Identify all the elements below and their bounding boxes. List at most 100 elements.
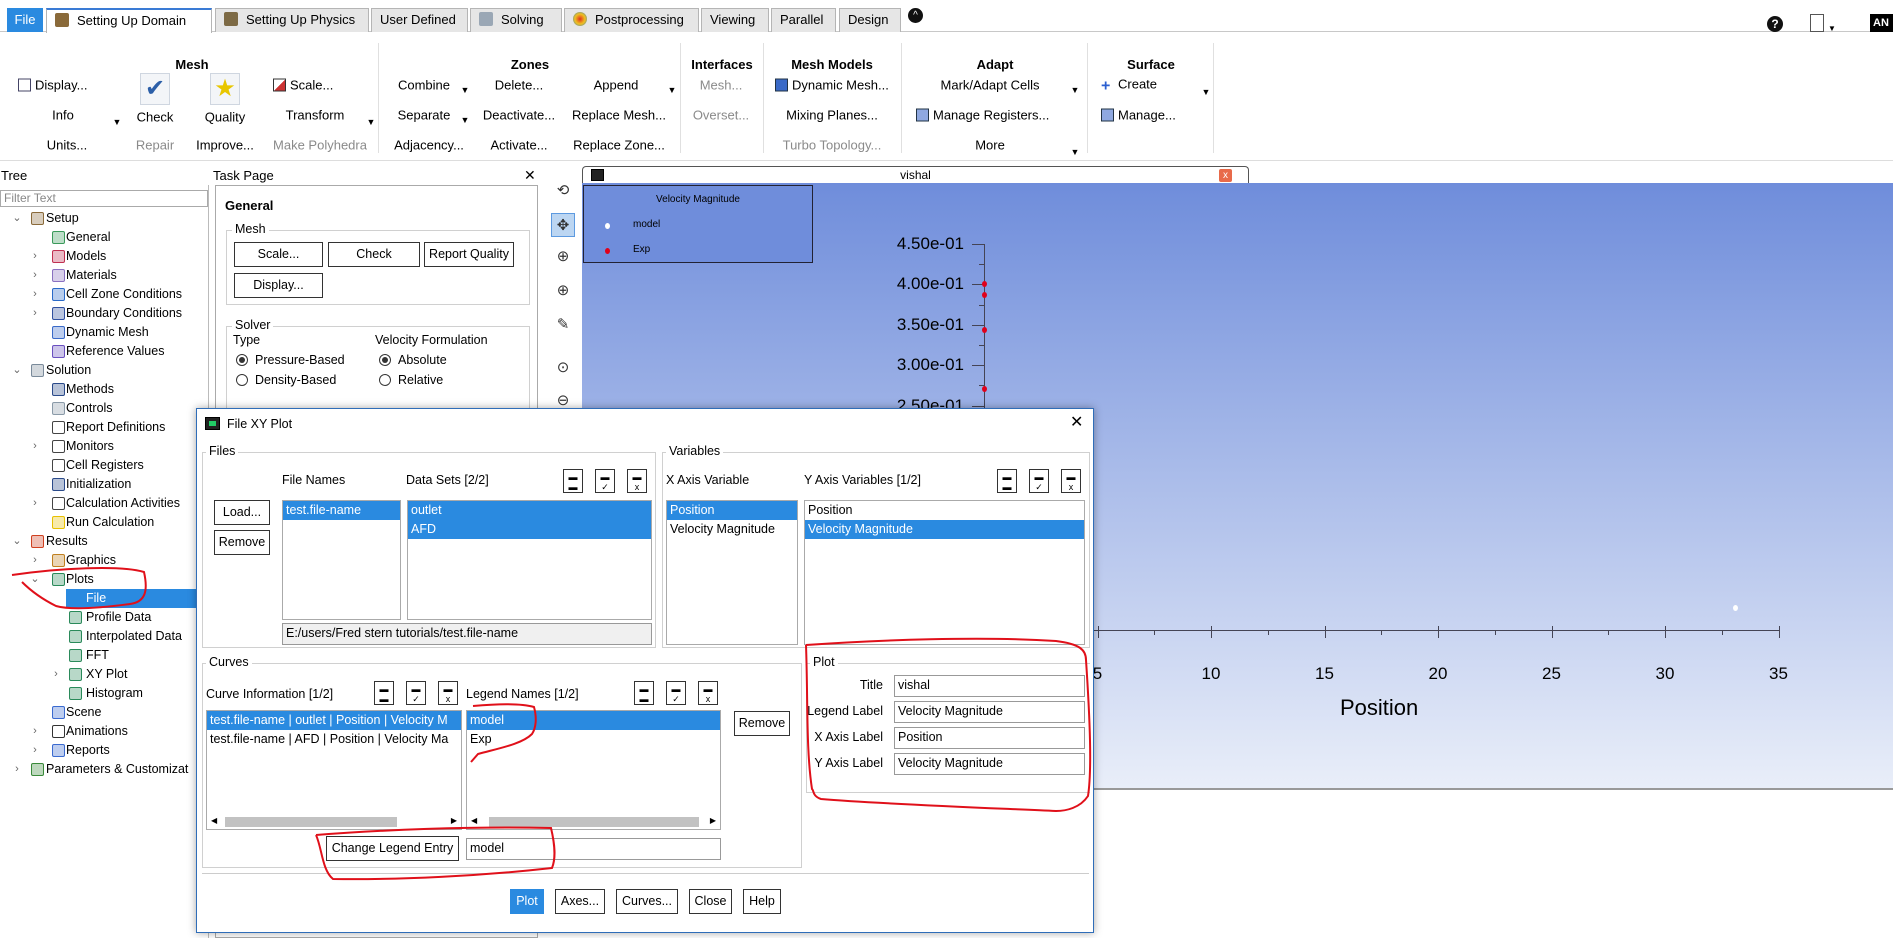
tab-user-defined[interactable]: User Defined	[371, 8, 468, 32]
tab-parallel[interactable]: Parallel	[771, 8, 836, 32]
tree-item[interactable]: Initialization	[0, 475, 208, 494]
combine-dropdown-icon[interactable]: ▼	[461, 85, 470, 95]
tab-file[interactable]: File	[7, 8, 43, 32]
tree-item[interactable]: Cell Registers	[0, 456, 208, 475]
close-task-page-icon[interactable]: ✕	[524, 167, 536, 184]
graphics-window-tab[interactable]: vishal x	[582, 166, 1249, 184]
units-button[interactable]: Units...	[47, 138, 87, 153]
mark-adapt-dropdown-icon[interactable]: ▼	[1071, 85, 1080, 95]
check-datasets-icon[interactable]: ▬ ✓	[595, 469, 615, 493]
mixing-planes-button[interactable]: Mixing Planes...	[786, 108, 878, 123]
deselect-curves-icon[interactable]: ▬ x	[438, 681, 458, 705]
curves-button[interactable]: Curves...	[616, 889, 678, 914]
legend-label-input[interactable]: Velocity Magnitude	[894, 701, 1085, 723]
zoom-box-icon[interactable]: ⊕	[551, 279, 575, 303]
plot-button[interactable]: Plot	[510, 889, 544, 914]
list-item[interactable]: outlet	[408, 501, 651, 520]
pan-icon[interactable]: ✥	[551, 213, 575, 237]
absolute-radio[interactable]	[379, 354, 391, 366]
help-button[interactable]: Help	[743, 889, 781, 914]
chevron-down-icon[interactable]: ⌄	[12, 209, 22, 228]
create-dropdown-icon[interactable]: ▼	[1202, 87, 1211, 97]
check-button[interactable]: Check	[137, 110, 174, 125]
curves-horizontal-scrollbar[interactable]: ◀ ▶	[207, 815, 461, 829]
check-icon[interactable]: ✔	[140, 73, 170, 105]
check-legends-icon[interactable]: ▬ ✓	[666, 681, 686, 705]
x-axis-variable-list[interactable]: Position Velocity Magnitude	[666, 500, 798, 645]
check-button[interactable]: Check	[328, 242, 420, 267]
tab-design[interactable]: Design	[839, 8, 901, 32]
list-item[interactable]: Velocity Magnitude	[667, 520, 797, 539]
list-item[interactable]: test.file-name	[283, 501, 400, 520]
more-dropdown-icon[interactable]: ▼	[1071, 147, 1080, 157]
chevron-down-icon[interactable]: ⌄	[12, 361, 22, 380]
select-all-legends-icon[interactable]: ▬ ▬	[634, 681, 654, 705]
tree-item[interactable]: › XY Plot	[0, 665, 208, 684]
tree-item[interactable]: General	[0, 228, 208, 247]
activate-button[interactable]: Activate...	[490, 138, 547, 153]
dynamic-mesh-button[interactable]: Dynamic Mesh...	[775, 78, 889, 93]
tree-item[interactable]: › Monitors	[0, 437, 208, 456]
tree-item[interactable]: › Materials	[0, 266, 208, 285]
layout-icon[interactable]	[1810, 14, 1824, 32]
legend-horizontal-scrollbar[interactable]: ◀ ▶	[467, 815, 720, 829]
tree-item[interactable]: Interpolated Data	[0, 627, 208, 646]
deselect-legends-icon[interactable]: ▬ x	[698, 681, 718, 705]
tab-setting-up-physics[interactable]: Setting Up Physics	[215, 8, 369, 32]
list-item[interactable]: model	[467, 711, 720, 730]
list-item[interactable]: Exp	[467, 730, 720, 749]
chevron-down-icon[interactable]: ⌄	[30, 570, 40, 589]
chevron-right-icon[interactable]: ›	[30, 494, 40, 513]
probe-icon[interactable]: ✎	[551, 313, 575, 337]
close-button[interactable]: Close	[689, 889, 732, 914]
list-item[interactable]: test.file-name | AFD | Position | Veloci…	[207, 730, 461, 749]
close-graphics-icon[interactable]: x	[1219, 169, 1232, 182]
display-button[interactable]: Display...	[18, 78, 88, 93]
select-all-yvars-icon[interactable]: ▬ ▬	[997, 469, 1017, 493]
deactivate-button[interactable]: Deactivate...	[483, 108, 555, 123]
legend-names-list[interactable]: model Exp ◀ ▶	[466, 710, 721, 830]
data-sets-list[interactable]: outlet AFD	[407, 500, 652, 620]
remove-curve-button[interactable]: Remove	[734, 711, 790, 736]
tab-solving[interactable]: Solving	[470, 8, 562, 32]
fit-icon[interactable]: ⊙	[551, 356, 575, 380]
scale-button[interactable]: Scale...	[273, 78, 333, 93]
combine-button[interactable]: Combine	[398, 78, 450, 93]
chevron-right-icon[interactable]: ›	[30, 741, 40, 760]
tree-item[interactable]: › Animations	[0, 722, 208, 741]
delete-button[interactable]: Delete...	[495, 78, 543, 93]
improve-button[interactable]: Improve...	[196, 138, 254, 153]
tree-item[interactable]: › Reports	[0, 741, 208, 760]
replace-zone-button[interactable]: Replace Zone...	[573, 138, 665, 153]
list-item[interactable]: AFD	[408, 520, 651, 539]
tree-item[interactable]: Histogram	[0, 684, 208, 703]
pressure-based-radio[interactable]	[236, 354, 248, 366]
dialog-close-icon[interactable]: ✕	[1070, 412, 1083, 432]
tree-item[interactable]: › Boundary Conditions	[0, 304, 208, 323]
chevron-right-icon[interactable]: ›	[30, 551, 40, 570]
file-names-list[interactable]: test.file-name	[282, 500, 401, 620]
append-button[interactable]: Append	[594, 78, 639, 93]
tree-item[interactable]: ⌄ Setup	[0, 209, 208, 228]
chevron-right-icon[interactable]: ›	[12, 760, 22, 779]
x-axis-label-input[interactable]: Position	[894, 727, 1085, 749]
tree-item[interactable]: ⌄ Results	[0, 532, 208, 551]
tree-item[interactable]: Profile Data	[0, 608, 208, 627]
legend-entry-input[interactable]: model	[466, 838, 721, 860]
tree-item[interactable]: FFT	[0, 646, 208, 665]
tree-item[interactable]: Dynamic Mesh	[0, 323, 208, 342]
separate-dropdown-icon[interactable]: ▼	[461, 115, 470, 125]
y-axis-variables-list[interactable]: Position Velocity Magnitude	[804, 500, 1085, 645]
tree-item[interactable]: Controls	[0, 399, 208, 418]
replace-mesh-button[interactable]: Replace Mesh...	[572, 108, 666, 123]
select-all-curves-icon[interactable]: ▬ ▬	[374, 681, 394, 705]
tree-item[interactable]: Scene	[0, 703, 208, 722]
y-axis-label-input[interactable]: Velocity Magnitude	[894, 753, 1085, 775]
zoom-in-icon[interactable]: ⊕	[551, 245, 575, 269]
tree-item[interactable]: File	[0, 589, 208, 608]
mark-adapt-cells-button[interactable]: Mark/Adapt Cells	[941, 78, 1040, 93]
chevron-right-icon[interactable]: ›	[30, 285, 40, 304]
separate-button[interactable]: Separate	[398, 108, 451, 123]
tree-item[interactable]: › Calculation Activities	[0, 494, 208, 513]
check-yvars-icon[interactable]: ▬ ✓	[1029, 469, 1049, 493]
